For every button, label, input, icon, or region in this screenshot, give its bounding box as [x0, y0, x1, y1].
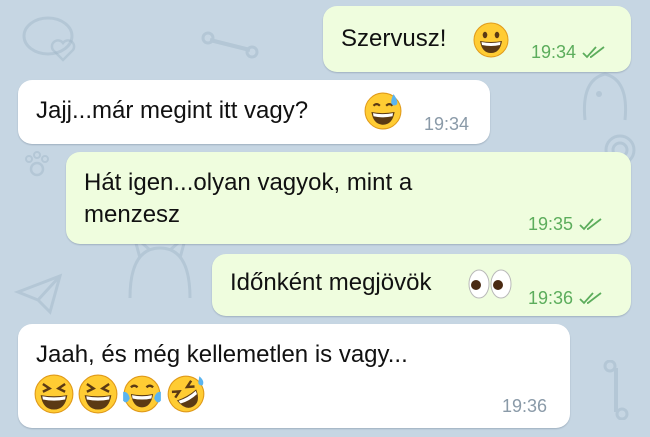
- message-text-line: Hát igen...olyan vagyok, mint a: [84, 169, 413, 196]
- emoji-row: [34, 374, 206, 414]
- message-meta: 19:34: [531, 42, 606, 62]
- grinning-face-emoji: [473, 22, 509, 58]
- grinning-squinting-face-emoji: [34, 374, 74, 414]
- double-check-icon: [579, 218, 602, 231]
- message-bubble-incoming[interactable]: Jaah, és még kellemetlen is vagy... 19:3…: [18, 324, 570, 428]
- paper-plane-doodle: [14, 273, 63, 315]
- message-meta: 19:36: [502, 396, 547, 416]
- bone-doodle: [201, 31, 259, 59]
- grinning-face-with-sweat-emoji: [364, 92, 402, 130]
- double-check-icon: [582, 46, 605, 59]
- message-text: Jaah, és még kellemetlen is vagy...: [36, 341, 408, 368]
- message-meta: 19:34: [424, 114, 469, 134]
- face-with-tears-of-joy-emoji: [123, 375, 161, 413]
- message-time: 19:36: [502, 396, 548, 416]
- message-text-line: menzesz: [84, 201, 181, 228]
- message-bubble-outgoing[interactable]: Hát igen...olyan vagyok, mint a menzesz …: [66, 152, 631, 244]
- paw-doodle: [25, 151, 49, 177]
- grinning-squinting-face-emoji: [78, 374, 118, 414]
- message-meta: 19:35: [528, 214, 603, 234]
- message-text: Szervusz!: [341, 25, 447, 52]
- message-time: 19:35: [528, 214, 574, 234]
- message-time: 19:34: [424, 114, 470, 134]
- double-check-icon: [579, 292, 602, 305]
- eyes-emoji: [468, 269, 512, 299]
- message-text: Jajj...már megint itt vagy?: [36, 97, 309, 124]
- message-text: Időnként megjövök: [230, 269, 432, 296]
- message-time: 19:34: [531, 42, 577, 62]
- rolling-on-the-floor-laughing-emoji: [167, 375, 205, 413]
- message-time: 19:36: [528, 288, 574, 308]
- heart-doodle: [50, 39, 76, 62]
- bone-doodle-2: [603, 360, 629, 420]
- message-bubble-incoming[interactable]: Jajj...már megint itt vagy? 19:34: [18, 80, 490, 144]
- message-bubble-outgoing[interactable]: Szervusz! 19:34: [323, 6, 631, 72]
- message-bubble-outgoing[interactable]: Időnként megjövök 19:36: [212, 254, 631, 316]
- message-meta: 19:36: [528, 288, 603, 308]
